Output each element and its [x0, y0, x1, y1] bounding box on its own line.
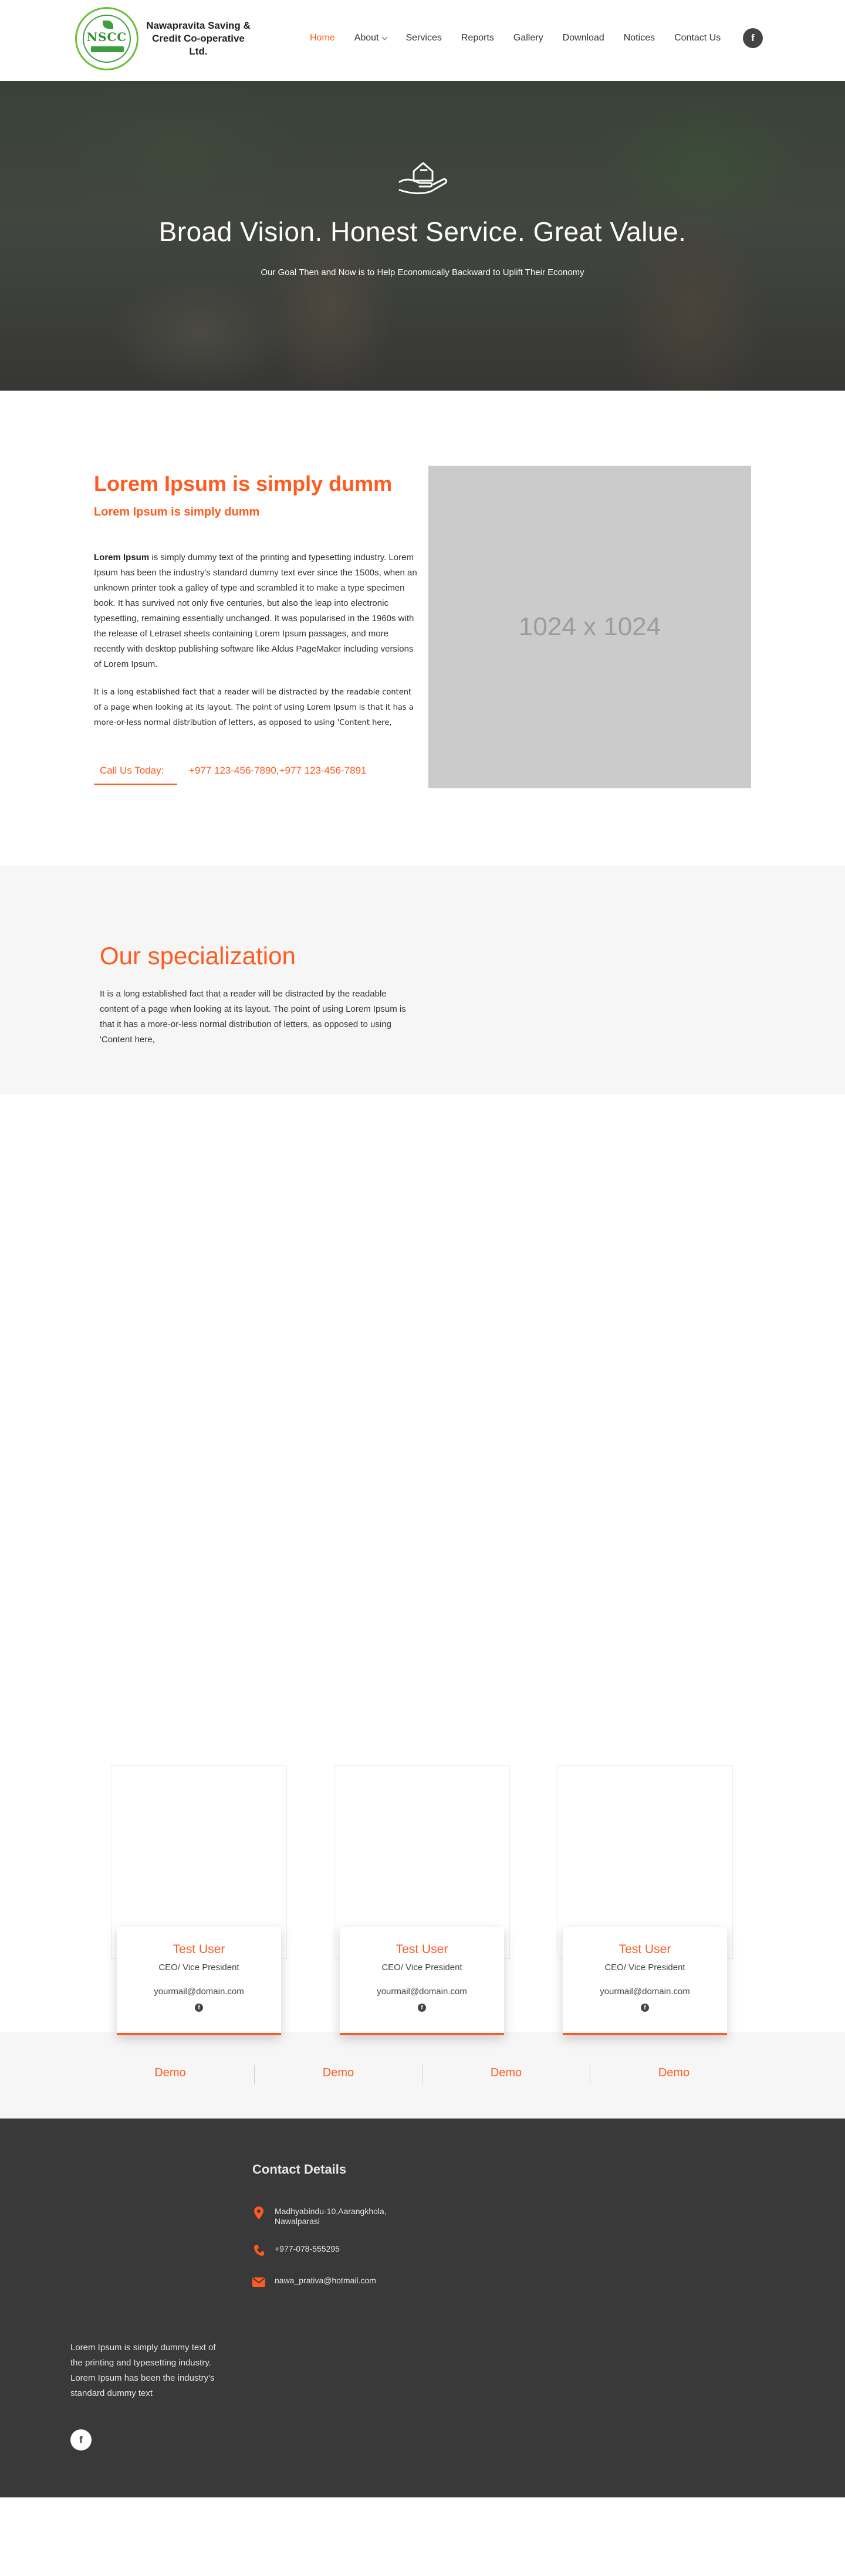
envelope-icon: [252, 2276, 265, 2289]
contact-phone: +977-078-555295: [252, 2244, 340, 2257]
chevron-down-icon: [381, 34, 387, 40]
logo-emblem-icon: NSCC: [75, 7, 138, 70]
team-name: Test User: [396, 1943, 448, 1956]
about-subtitle: Lorem Ipsum is simply dumm: [94, 506, 260, 518]
hero-subtitle: Our Goal Then and Now is to Help Economi…: [261, 267, 584, 277]
team-role: CEO/ Vice President: [604, 1962, 685, 1972]
footer-about-text: Lorem Ipsum is simply dummy text of the …: [70, 2343, 216, 2398]
about-title: Lorem Ipsum is simply dumm: [94, 472, 393, 496]
map-pin-icon: [252, 2206, 265, 2219]
team-name: Test User: [173, 1943, 225, 1956]
demo-link[interactable]: Demo: [422, 2065, 590, 2084]
demo-link[interactable]: Demo: [86, 2065, 254, 2084]
facebook-icon[interactable]: f: [641, 2004, 649, 2012]
facebook-icon[interactable]: f: [70, 2429, 92, 2450]
team-info: Test User CEO/ Vice President yourmail@d…: [563, 1927, 727, 2035]
nav-reports[interactable]: Reports: [461, 33, 494, 43]
team-section: Test User CEO/ Vice President yourmail@d…: [0, 1765, 845, 2035]
demo-link[interactable]: Demo: [254, 2065, 422, 2084]
about-image-placeholder: 1024 x 1024: [428, 466, 751, 788]
team-card: Test User CEO/ Vice President yourmail@d…: [557, 1765, 733, 2035]
hand-holding-money-icon: [398, 162, 448, 195]
team-role: CEO/ Vice President: [381, 1962, 462, 1972]
nav-about[interactable]: About: [354, 33, 387, 43]
call-us-numbers[interactable]: +977 123-456-7890,+977 123-456-7891: [189, 765, 367, 777]
facebook-icon[interactable]: f: [418, 2004, 426, 2012]
logo-text: Nawapravita Saving & Credit Co-operative…: [146, 20, 251, 57]
call-us-label: Call Us Today:: [94, 765, 177, 785]
team-role: CEO/ Vice President: [158, 1962, 239, 1972]
site-logo[interactable]: NSCC Nawapravita Saving & Credit Co-oper…: [75, 7, 251, 70]
specialization-title: Our specialization: [100, 942, 296, 970]
team-email[interactable]: yourmail@domain.com: [340, 1987, 504, 1997]
site-header: NSCC Nawapravita Saving & Credit Co-oper…: [0, 0, 845, 81]
about-paragraph-2: It is a long established fact that a rea…: [94, 688, 414, 727]
phone-icon: [252, 2244, 265, 2257]
about-section: Lorem Ipsum is simply dumm Lorem Ipsum i…: [0, 391, 845, 866]
demo-link[interactable]: Demo: [590, 2065, 758, 2084]
hero-banner: Broad Vision. Honest Service. Great Valu…: [0, 81, 845, 391]
contact-address: Madhyabindu-10,Aarangkhola, Nawalparasi: [252, 2206, 427, 2226]
demo-strip: Demo Demo Demo Demo: [0, 2032, 845, 2119]
facebook-icon[interactable]: f: [743, 28, 763, 48]
team-name: Test User: [618, 1943, 671, 1956]
site-footer: Contact Details Madhyabindu-10,Aarangkho…: [0, 2119, 845, 2497]
team-email[interactable]: yourmail@domain.com: [563, 1987, 727, 1997]
team-card: Test User CEO/ Vice President yourmail@d…: [111, 1765, 287, 2035]
nav-notices[interactable]: Notices: [624, 33, 655, 43]
empty-content-area: [0, 1094, 845, 1765]
team-info: Test User CEO/ Vice President yourmail@d…: [117, 1927, 281, 2035]
contact-title: Contact Details: [252, 2162, 347, 2177]
facebook-icon[interactable]: f: [195, 2004, 203, 2012]
hero-title: Broad Vision. Honest Service. Great Valu…: [158, 216, 687, 247]
main-nav: Home About Services Reports Gallery Down…: [310, 33, 740, 43]
nav-contact-us[interactable]: Contact Us: [674, 33, 721, 43]
nav-download[interactable]: Download: [563, 33, 604, 43]
nav-gallery[interactable]: Gallery: [513, 33, 543, 43]
contact-email: nawa_prativa@hotmail.com: [252, 2276, 376, 2289]
team-card: Test User CEO/ Vice President yourmail@d…: [334, 1765, 510, 2035]
team-email[interactable]: yourmail@domain.com: [117, 1987, 281, 1997]
about-paragraph-1: Lorem Ipsum is simply dummy text of the …: [94, 553, 417, 669]
nav-services[interactable]: Services: [406, 33, 442, 43]
specialization-section: Our specialization It is a long establis…: [0, 866, 845, 1094]
specialization-text: It is a long established fact that a rea…: [100, 989, 406, 1045]
nav-home[interactable]: Home: [310, 33, 335, 43]
team-info: Test User CEO/ Vice President yourmail@d…: [340, 1927, 504, 2035]
